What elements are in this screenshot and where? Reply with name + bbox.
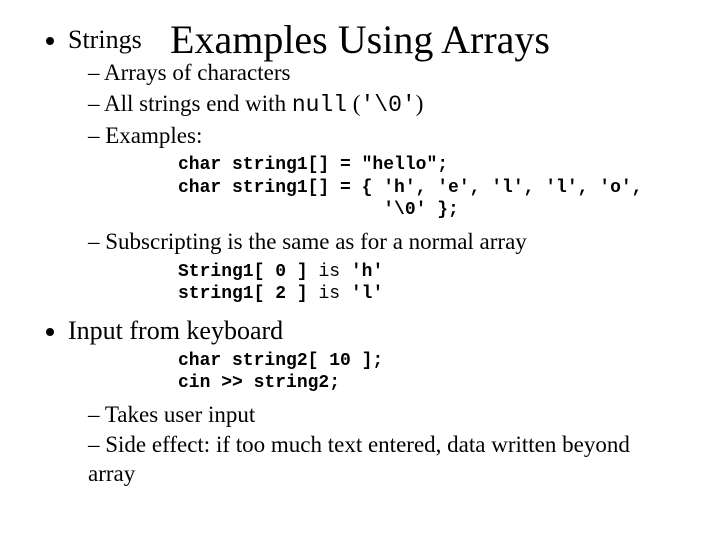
sub-examples: Examples: [88, 122, 680, 151]
sub-list-subscript: Subscripting is the same as for a normal… [68, 228, 680, 257]
sub-null-terminator: All strings end with null ('\0') [88, 90, 680, 120]
sub-takes-input: Takes user input [88, 401, 680, 430]
slide: Examples Using Arrays Strings Arrays of … [0, 0, 720, 540]
code-block-init: char string1[] = "hello"; char string1[]… [178, 154, 680, 222]
sub-subscripting: Subscripting is the same as for a normal… [88, 228, 680, 257]
code-block-input: char string2[ 10 ]; cin >> string2; [178, 350, 680, 395]
code-nullchar: '\0' [360, 92, 415, 118]
sub-arrays-of-chars: Arrays of characters [88, 59, 680, 88]
sub-list-input: Takes user input Side effect: if too muc… [68, 401, 680, 489]
bullet-list: Strings Arrays of characters All strings… [40, 25, 680, 489]
sub-side-effect: Side effect: if too much text entered, d… [88, 431, 680, 489]
bullet-input: Input from keyboard char string2[ 10 ]; … [68, 316, 680, 489]
sub-list-strings: Arrays of characters All strings end wit… [68, 59, 680, 150]
bullet-strings-label: Strings [68, 25, 142, 54]
bullet-strings: Strings Arrays of characters All strings… [68, 25, 680, 306]
bullet-input-label: Input from keyboard [68, 316, 283, 345]
code-null: null [292, 92, 347, 118]
code-block-subscript: String1[ 0 ] is 'h' string1[ 2 ] is 'l' [178, 261, 680, 306]
